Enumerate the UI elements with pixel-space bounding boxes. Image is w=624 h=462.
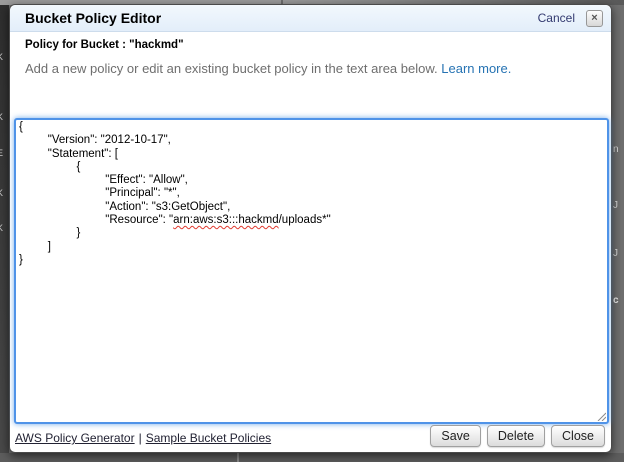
policy-line: } [19, 254, 604, 267]
policy-line: "Version": "2012-10-17", [19, 134, 604, 147]
sample-bucket-policies-link[interactable]: Sample Bucket Policies [146, 431, 271, 445]
background-page-fragment: c [613, 296, 619, 305]
policy-line: } [19, 227, 604, 240]
close-icon[interactable]: × [586, 10, 603, 27]
save-button[interactable]: Save [430, 425, 481, 447]
backdrop-bottom-strip [0, 453, 624, 462]
policy-line: "Resource": "arn:aws:s3:::hackmd/uploads… [19, 214, 604, 227]
backdrop-bottom-divider [237, 453, 239, 462]
footer-links: AWS Policy Generator | Sample Bucket Polic… [15, 431, 271, 445]
bucket-policy-editor-dialog: Bucket Policy Editor Cancel × Policy for… [9, 4, 612, 453]
learn-more-link[interactable]: Learn more. [441, 61, 511, 76]
background-page-fragment: K [0, 224, 3, 233]
policy-line: "Principal": "*", [19, 187, 604, 200]
policy-textarea[interactable]: { "Version": "2012-10-17", "Statement": … [14, 118, 609, 424]
policy-line: "Statement": [ [19, 148, 604, 161]
dialog-header-actions: Cancel × [538, 10, 603, 27]
spellcheck-underline: arn:aws:s3:::hackmd [173, 214, 278, 226]
resize-grip-icon[interactable] [596, 411, 606, 421]
policy-line: ] [19, 241, 604, 254]
dialog-title: Bucket Policy Editor [25, 10, 161, 26]
background-page-fragment: J [613, 201, 618, 210]
background-page-fragment: K [0, 53, 3, 62]
background-page-fragment: J [613, 249, 618, 258]
policy-line: { [19, 121, 604, 134]
dialog-description: Add a new policy or edit an existing buc… [25, 61, 511, 76]
policy-bucket-subtitle: Policy for Bucket : "hackmd" [25, 39, 184, 51]
dialog-header: Bucket Policy Editor Cancel × [10, 5, 611, 32]
aws-policy-generator-link[interactable]: AWS Policy Generator [15, 431, 135, 445]
delete-button[interactable]: Delete [487, 425, 545, 447]
policy-line: "Action": "s3:GetObject", [19, 201, 604, 214]
backdrop-left-strip: K K E K K [0, 5, 9, 462]
policy-text: { "Version": "2012-10-17", "Statement": … [19, 121, 604, 267]
backdrop-right-strip: n J J c [612, 5, 624, 462]
description-text: Add a new policy or edit an existing buc… [25, 61, 438, 76]
close-button[interactable]: Close [551, 425, 605, 447]
background-page-fragment: n [613, 145, 619, 154]
background-page-fragment: E [0, 149, 3, 158]
link-separator: | [139, 431, 142, 445]
policy-line: "Effect": "Allow", [19, 174, 604, 187]
background-page-fragment: K [0, 189, 3, 198]
footer-buttons: Save Delete Close [430, 425, 605, 447]
policy-line: { [19, 161, 604, 174]
background-page-fragment: K [0, 113, 3, 122]
cancel-link[interactable]: Cancel [538, 11, 575, 25]
